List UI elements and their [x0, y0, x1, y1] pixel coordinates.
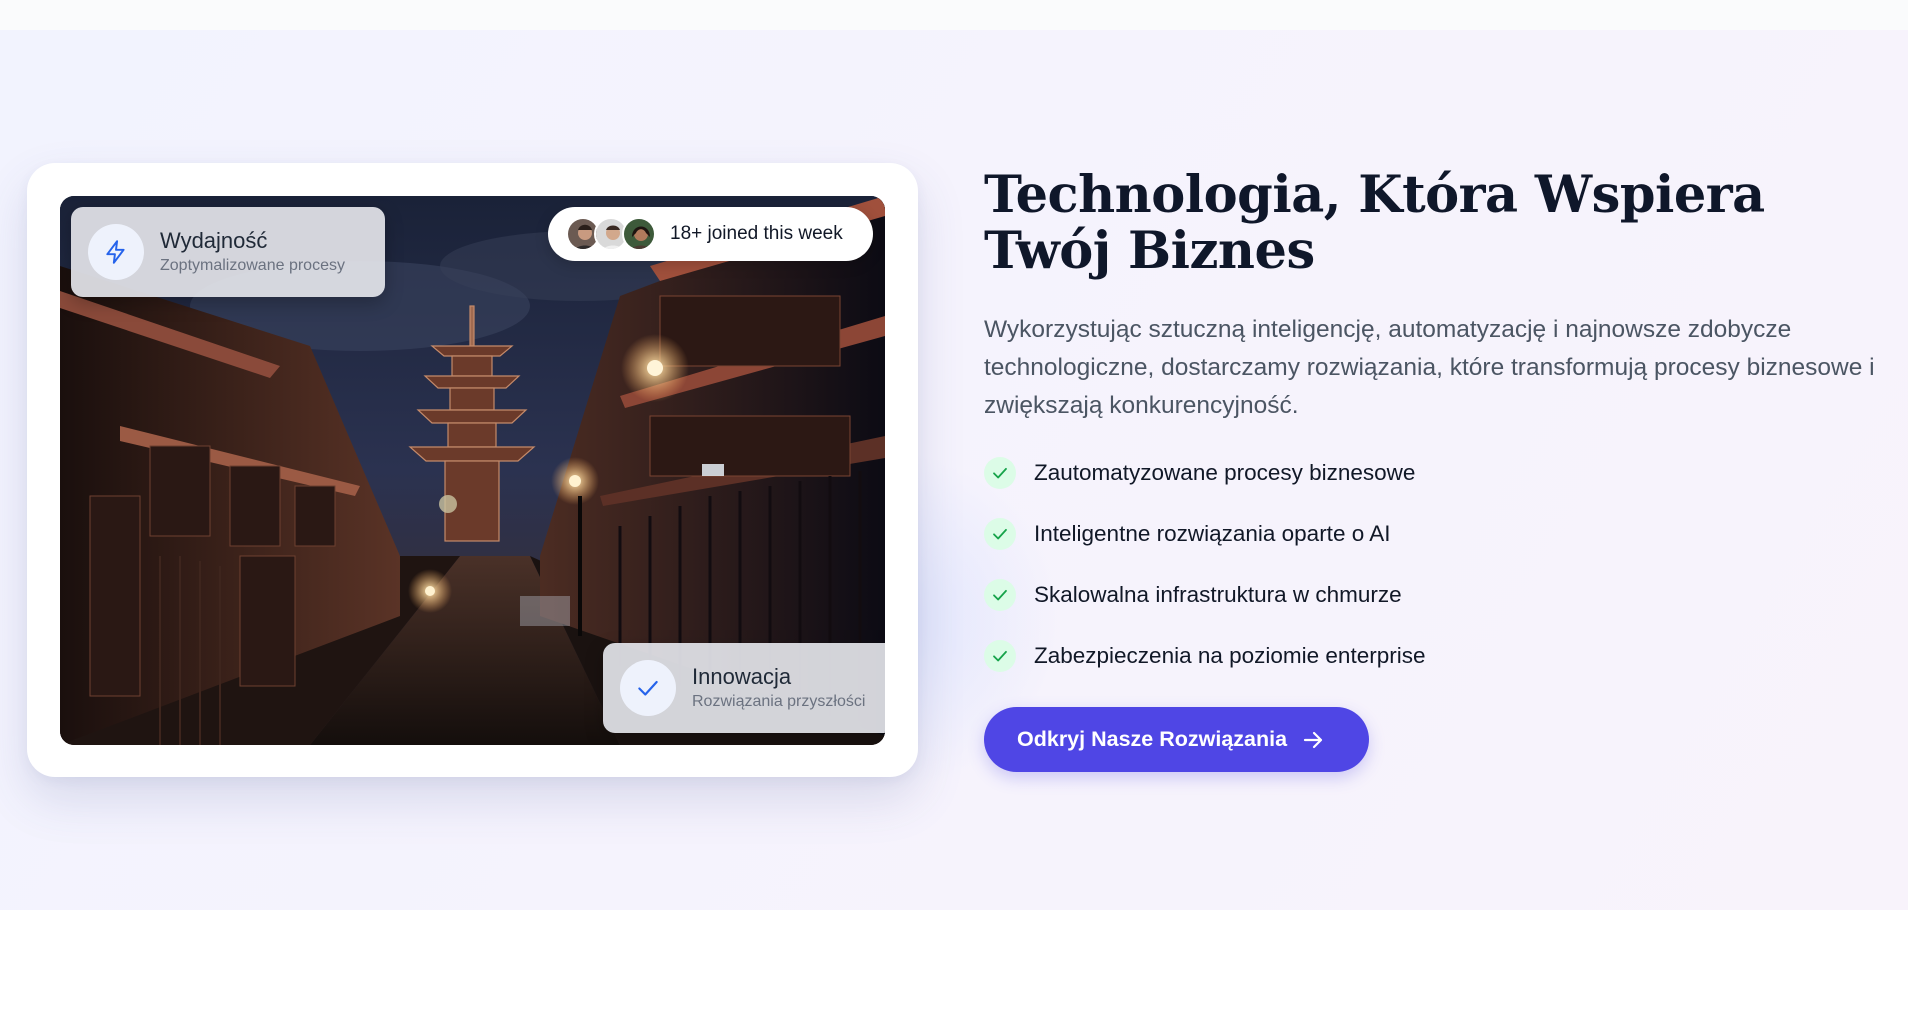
- avatar-group: [566, 217, 656, 251]
- feature-item: Inteligentne rozwiązania oparte o AI: [984, 518, 1425, 550]
- feature-label: Zautomatyzowane procesy biznesowe: [1034, 460, 1416, 485]
- feature-item: Zabezpieczenia na poziomie enterprise: [984, 640, 1425, 672]
- discover-solutions-label: Odkryj Nasze Rozwiązania: [1017, 727, 1288, 751]
- efficiency-title: Wydajność: [160, 228, 268, 253]
- lightning-icon: [88, 224, 144, 280]
- joined-text: 18+ joined this week: [670, 223, 843, 244]
- page: Wydajność Zoptymalizowane procesy 18+ jo…: [0, 0, 1920, 1023]
- check-icon: [984, 579, 1016, 611]
- image-card: Wydajność Zoptymalizowane procesy 18+ jo…: [27, 163, 918, 777]
- innovation-card: Innowacja Rozwiązania przyszłości: [603, 643, 885, 733]
- innovation-subtitle: Rozwiązania przyszłości: [692, 693, 866, 710]
- efficiency-card: Wydajność Zoptymalizowane procesy: [71, 207, 385, 297]
- section-description: Wykorzystując sztuczną inteligencję, aut…: [984, 316, 1875, 419]
- top-bar: [0, 0, 1920, 30]
- check-icon: [984, 518, 1016, 550]
- kyoto-street-photo: Wydajność Zoptymalizowane procesy 18+ jo…: [60, 196, 885, 745]
- feature-label: Skalowalna infrastruktura w chmurze: [1034, 582, 1402, 607]
- technology-section: Wydajność Zoptymalizowane procesy 18+ jo…: [0, 30, 1908, 910]
- discover-solutions-button[interactable]: Odkryj Nasze Rozwiązania: [984, 707, 1369, 772]
- innovation-title: Innowacja: [692, 664, 792, 689]
- scrollbar-track[interactable]: [1908, 0, 1920, 1023]
- arrow-right-icon: [1301, 728, 1325, 752]
- section-heading: Technologia, Która Wspiera Twój Biznes: [984, 165, 1765, 281]
- check-icon: [620, 660, 676, 716]
- feature-list: Zautomatyzowane procesy biznesowe Inteli…: [984, 457, 1425, 701]
- efficiency-subtitle: Zoptymalizowane procesy: [160, 257, 345, 274]
- joined-badge: 18+ joined this week: [548, 207, 873, 261]
- feature-label: Zabezpieczenia na poziomie enterprise: [1034, 643, 1426, 668]
- feature-item: Skalowalna infrastruktura w chmurze: [984, 579, 1425, 611]
- feature-item: Zautomatyzowane procesy biznesowe: [984, 457, 1425, 489]
- avatar: [622, 217, 656, 251]
- check-icon: [984, 457, 1016, 489]
- feature-label: Inteligentne rozwiązania oparte o AI: [1034, 521, 1391, 546]
- check-icon: [984, 640, 1016, 672]
